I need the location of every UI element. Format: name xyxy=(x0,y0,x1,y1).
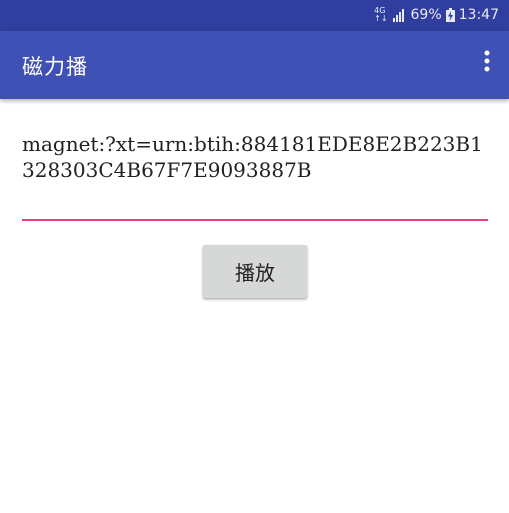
more-vertical-icon xyxy=(484,50,490,76)
app-title: 磁力播 xyxy=(22,55,88,79)
battery-percent: 69% xyxy=(410,7,442,23)
status-bar: 4G ↑↓ 69% 13:47 xyxy=(0,0,509,31)
main-content: magnet:?xt=urn:btih:884181EDE8E2B223B132… xyxy=(0,99,509,513)
magnet-link-input[interactable]: magnet:?xt=urn:btih:884181EDE8E2B223B132… xyxy=(22,131,488,221)
battery-charging-icon xyxy=(445,8,455,22)
app-bar: 磁力播 xyxy=(0,31,509,99)
network-activity-label: ↑↓ xyxy=(374,14,388,23)
network-type: 4G ↑↓ xyxy=(374,7,387,23)
overflow-menu-button[interactable] xyxy=(475,47,499,79)
status-indicators: 4G ↑↓ 69% 13:47 xyxy=(374,5,499,25)
signal-bars-icon xyxy=(392,8,407,22)
status-time: 13:47 xyxy=(458,7,499,23)
play-button[interactable]: 播放 xyxy=(203,245,307,298)
